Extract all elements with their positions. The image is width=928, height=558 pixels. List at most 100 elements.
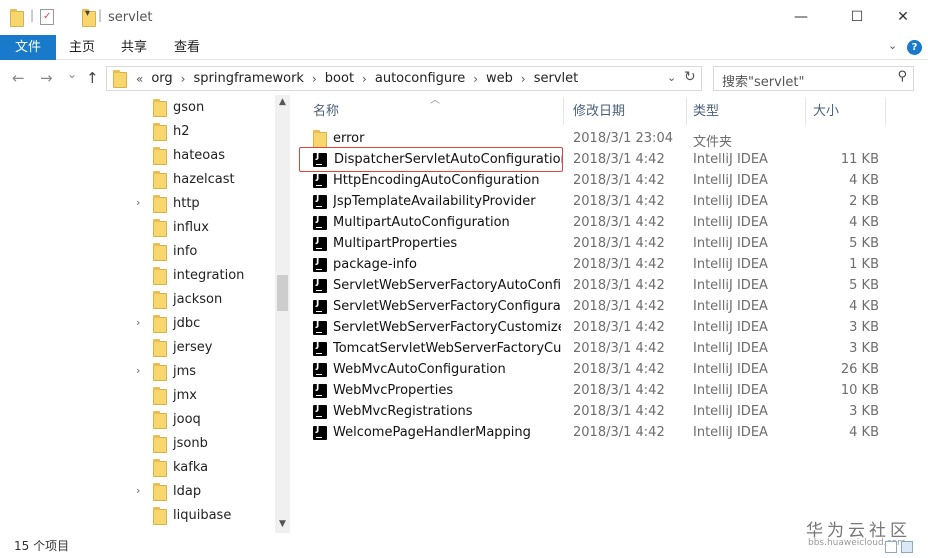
file-row[interactable]: HttpEncodingAutoConfiguration 2018/3/1 4:… <box>305 171 885 192</box>
breadcrumb-separator-icon[interactable]: › <box>518 72 529 86</box>
nav-item[interactable]: jmx <box>130 384 280 408</box>
tab-view[interactable]: 查看 <box>167 35 207 60</box>
column-divider[interactable] <box>686 97 687 125</box>
nav-scrollbar[interactable]: ▲ ▼ <box>275 95 290 533</box>
expand-chevron-icon[interactable]: › <box>136 196 140 209</box>
nav-item[interactable]: jackson <box>130 288 280 312</box>
nav-item-label: hazelcast <box>173 172 235 187</box>
title-bar: | ✓ ▾ | servlet — ☐ ✕ <box>0 0 928 34</box>
search-input[interactable]: 搜索"servlet" ⚲ <box>713 66 914 91</box>
file-row[interactable]: JspTemplateAvailabilityProvider 2018/3/1 … <box>305 192 885 213</box>
nav-item[interactable]: jooq <box>130 408 280 432</box>
maximize-button[interactable]: ☐ <box>842 6 872 28</box>
file-size: 4 KB <box>849 299 879 314</box>
breadcrumb-separator-icon[interactable]: › <box>178 72 189 86</box>
breadcrumb-separator-icon[interactable]: › <box>359 72 370 86</box>
file-row[interactable]: WebMvcRegistrations 2018/3/1 4:42 IntelliJ… <box>305 402 885 423</box>
details-view-icon[interactable] <box>885 541 897 553</box>
file-date: 2018/3/1 4:42 <box>573 299 665 314</box>
nav-item-label: jmx <box>173 388 197 403</box>
file-row[interactable]: package-info 2018/3/1 4:42 IntelliJ IDEA 1 … <box>305 255 885 276</box>
nav-item[interactable]: kafka <box>130 456 280 480</box>
folder-icon <box>153 243 167 261</box>
ribbon-tabs: 文件 主页 共享 查看 ⌄ ? <box>0 35 928 60</box>
intellij-file-icon <box>313 403 327 419</box>
file-row[interactable]: ServletWebServerFactoryCustomizer 2018/3/… <box>305 318 885 339</box>
address-bar[interactable]: « org › springframework › boot › autocon… <box>106 66 702 91</box>
file-type: IntelliJ IDEA <box>693 173 768 188</box>
file-size: 5 KB <box>849 278 879 293</box>
scrollbar-thumb[interactable] <box>277 275 288 311</box>
address-dropdown-chevron-icon[interactable]: ⌄ <box>667 71 676 84</box>
minimize-button[interactable]: — <box>786 6 816 28</box>
column-divider[interactable] <box>563 97 564 125</box>
breadcrumb-org[interactable]: org <box>146 71 177 86</box>
tab-home[interactable]: 主页 <box>62 35 102 60</box>
file-row[interactable]: MultipartAutoConfiguration 2018/3/1 4:42 I… <box>305 213 885 234</box>
navigation-pane: gson h2 hateoas hazelcast › http influx info int… <box>0 95 290 533</box>
file-date: 2018/3/1 4:42 <box>573 257 665 272</box>
column-divider[interactable] <box>885 97 886 125</box>
nav-item[interactable]: › http <box>130 192 280 216</box>
file-row[interactable]: WebMvcAutoConfiguration 2018/3/1 4:42 Inte… <box>305 360 885 381</box>
folder-icon <box>153 459 167 477</box>
file-row[interactable]: ServletWebServerFactoryAutoConfigu... 201… <box>305 276 885 297</box>
nav-item[interactable]: gson <box>130 96 280 120</box>
nav-item[interactable]: › jms <box>130 360 280 384</box>
file-row[interactable]: MultipartProperties 2018/3/1 4:42 IntelliJ… <box>305 234 885 255</box>
column-header-name[interactable]: 名称 <box>313 100 339 120</box>
column-divider[interactable] <box>805 97 806 125</box>
breadcrumb-springframework[interactable]: springframework <box>188 71 308 86</box>
nav-item[interactable]: influx <box>130 216 280 240</box>
file-row[interactable]: WelcomePageHandlerMapping 2018/3/1 4:42 In… <box>305 423 885 444</box>
breadcrumb-web[interactable]: web <box>481 71 518 86</box>
nav-item[interactable]: hazelcast <box>130 168 280 192</box>
folder-icon <box>153 147 167 165</box>
column-header-size[interactable]: 大小 <box>813 100 839 120</box>
nav-item[interactable]: liquibase <box>130 504 280 528</box>
expand-ribbon-chevron-icon[interactable]: ⌄ <box>888 39 897 52</box>
back-button[interactable]: ← <box>12 69 25 87</box>
nav-item-label: ldap <box>173 484 202 499</box>
nav-item[interactable]: hateoas <box>130 144 280 168</box>
tab-share[interactable]: 共享 <box>114 35 154 60</box>
nav-item-label: liquibase <box>173 508 232 523</box>
file-row[interactable]: ServletWebServerFactoryConfiguration 2018… <box>305 297 885 318</box>
breadcrumb-boot[interactable]: boot <box>320 71 359 86</box>
file-row[interactable]: TomcatServletWebServerFactoryCust... 2018… <box>305 339 885 360</box>
customize-toolbar-chevron-icon[interactable]: ▾ <box>85 8 90 26</box>
close-button[interactable]: ✕ <box>888 6 918 28</box>
breadcrumb-separator-icon[interactable]: › <box>309 72 320 86</box>
breadcrumb-autoconfigure[interactable]: autoconfigure <box>370 71 470 86</box>
file-row[interactable]: DispatcherServletAutoConfiguration 2018/3… <box>299 147 885 172</box>
large-icons-view-icon[interactable] <box>901 541 913 553</box>
breadcrumb-servlet[interactable]: servlet <box>529 71 584 86</box>
forward-button[interactable]: → <box>40 69 53 87</box>
file-row[interactable]: WebMvcProperties 2018/3/1 4:42 IntelliJ ID… <box>305 381 885 402</box>
nav-item[interactable]: jersey <box>130 336 280 360</box>
nav-item-label: http <box>173 196 200 211</box>
nav-item[interactable]: integration <box>130 264 280 288</box>
search-icon[interactable]: ⚲ <box>897 69 907 84</box>
nav-item[interactable]: › jdbc <box>130 312 280 336</box>
nav-item[interactable]: info <box>130 240 280 264</box>
nav-item[interactable]: h2 <box>130 120 280 144</box>
help-icon[interactable]: ? <box>907 40 922 55</box>
expand-chevron-icon[interactable]: › <box>136 316 140 329</box>
expand-chevron-icon[interactable]: › <box>136 484 140 497</box>
file-date: 2018/3/1 4:42 <box>573 194 665 209</box>
tab-file[interactable]: 文件 <box>0 35 56 60</box>
overflow-chevron-icon[interactable]: « <box>133 72 146 86</box>
column-header-type[interactable]: 类型 <box>693 100 719 120</box>
scroll-down-arrow-icon[interactable]: ▼ <box>275 519 290 529</box>
properties-icon[interactable]: ✓ <box>40 9 54 25</box>
refresh-button[interactable]: ↻ <box>684 69 696 85</box>
nav-item[interactable]: jsonb <box>130 432 280 456</box>
up-button[interactable]: ↑ <box>86 69 99 87</box>
scroll-up-arrow-icon[interactable]: ▲ <box>275 97 290 107</box>
breadcrumb-separator-icon[interactable]: › <box>470 72 481 86</box>
nav-item[interactable]: › ldap <box>130 480 280 504</box>
recent-locations-chevron-icon[interactable]: ⌄ <box>67 67 77 81</box>
expand-chevron-icon[interactable]: › <box>136 364 140 377</box>
column-header-date[interactable]: 修改日期 <box>573 100 625 120</box>
